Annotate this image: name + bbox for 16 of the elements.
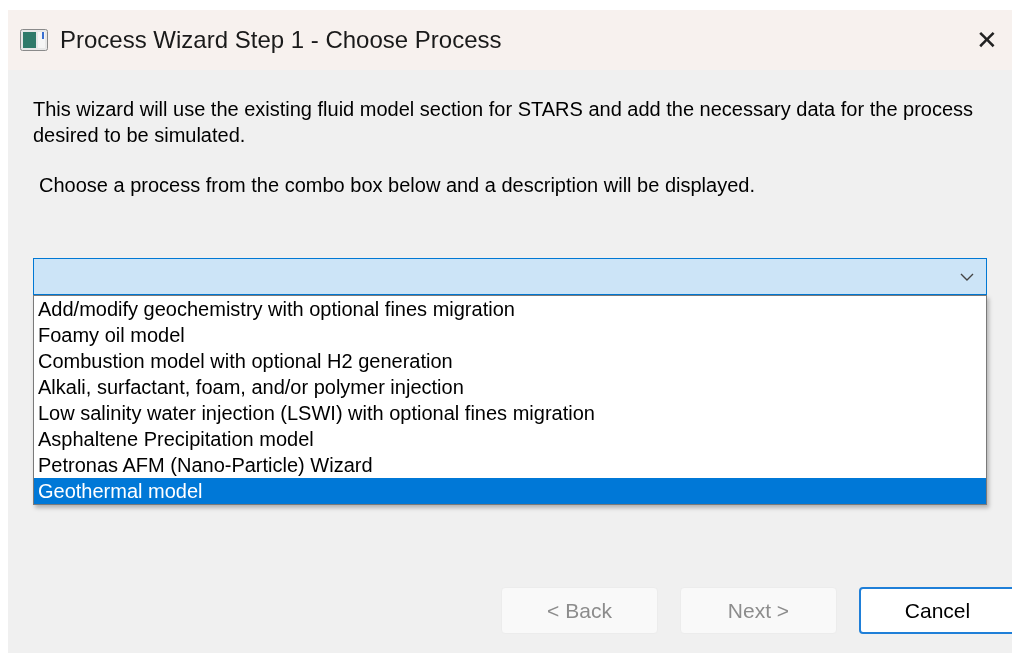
process-combo-box[interactable] xyxy=(33,258,987,295)
close-button[interactable]: ✕ xyxy=(970,20,1004,60)
dropdown-option[interactable]: Asphaltene Precipitation model xyxy=(34,426,986,452)
intro-text: This wizard will use the existing fluid model section for STARS and add the necessary data for the process desired to be simulated. xyxy=(33,97,975,148)
dropdown-option[interactable]: Alkali, surfactant, foam, and/or polymer injection xyxy=(34,374,986,400)
chevron-down-icon xyxy=(960,272,974,281)
dropdown-option[interactable]: Geothermal model xyxy=(34,478,986,504)
dropdown-option[interactable]: Petronas AFM (Nano-Particle) Wizard xyxy=(34,452,986,478)
instruction-text: Choose a process from the combo box below and a description will be displayed. xyxy=(38,173,756,198)
dropdown-option[interactable]: Combustion model with optional H2 generation xyxy=(34,348,986,374)
dropdown-option[interactable]: Low salinity water injection (LSWI) with optional fines migration xyxy=(34,400,986,426)
dropdown-option[interactable]: Add/modify geochemistry with optional fines migration xyxy=(34,296,986,322)
app-icon xyxy=(20,29,48,51)
dropdown-option[interactable]: Foamy oil model xyxy=(34,322,986,348)
wizard-button[interactable]: Cancel xyxy=(859,587,1012,634)
window-title: Process Wizard Step 1 - Choose Process xyxy=(60,25,502,55)
